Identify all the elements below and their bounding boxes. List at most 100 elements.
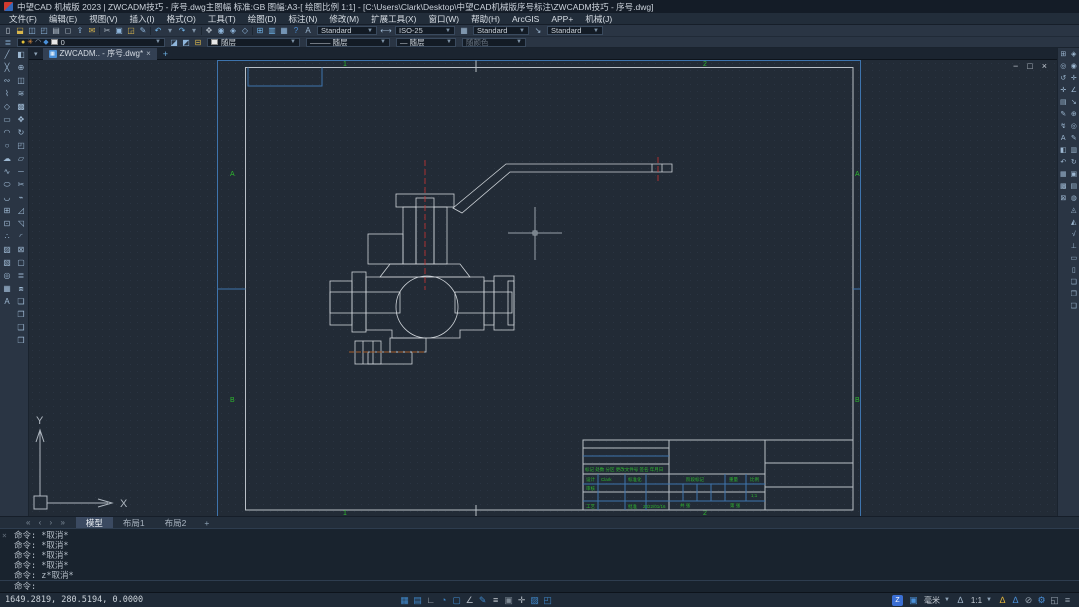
- text-tool-icon[interactable]: A: [1058, 132, 1068, 144]
- linetype-combo[interactable]: ——— 随层 ▼: [306, 38, 390, 47]
- zoom-window-icon[interactable]: ◈: [227, 25, 239, 36]
- annotate-auto-icon[interactable]: ∆: [996, 594, 1009, 607]
- explode-icon[interactable]: ⊠: [15, 243, 28, 256]
- add-layout-button[interactable]: +: [196, 518, 217, 528]
- mech-part-icon[interactable]: ❏: [1069, 276, 1079, 288]
- drawing-canvas[interactable]: − □ ×: [29, 60, 1057, 516]
- revcloud-icon[interactable]: ☁: [1, 152, 14, 165]
- table-style-combo[interactable]: Standard▼: [473, 26, 529, 35]
- pedit-icon[interactable]: ≣: [15, 269, 28, 282]
- join-icon[interactable]: ▢: [15, 256, 28, 269]
- menu-item[interactable]: 扩展工具(X): [365, 13, 422, 25]
- gear-icon[interactable]: ⚙: [1035, 594, 1048, 607]
- workspace-icon[interactable]: ◰: [541, 594, 554, 607]
- ellipse-icon[interactable]: ⬭: [1, 178, 14, 191]
- cut-icon[interactable]: ✂: [101, 25, 113, 36]
- dim-style-combo[interactable]: ISO-25▼: [395, 26, 455, 35]
- annotation-icon[interactable]: ▨: [528, 594, 541, 607]
- clip-stack-icon[interactable]: ❑: [15, 321, 28, 334]
- view-icon[interactable]: ◈: [1069, 48, 1079, 60]
- mech-lib-icon[interactable]: ▣: [1069, 168, 1079, 180]
- document-tab[interactable]: ▦ ZWCADM.. - 序号.dwg* ×: [43, 48, 157, 60]
- layout-tab[interactable]: 布局1: [113, 517, 155, 529]
- trim-icon[interactable]: ✂: [15, 178, 28, 191]
- undo-drop-icon[interactable]: ▾: [164, 25, 176, 36]
- offset-icon[interactable]: ≋: [15, 87, 28, 100]
- grid-icon[interactable]: ▦: [398, 594, 411, 607]
- osnap-icon[interactable]: ▢: [450, 594, 463, 607]
- array-icon[interactable]: ▩: [15, 100, 28, 113]
- erase2-icon[interactable]: ◧: [1058, 144, 1068, 156]
- save-all-icon[interactable]: ◰: [38, 25, 50, 36]
- zw-badge-icon[interactable]: Z: [892, 595, 903, 606]
- angle-icon[interactable]: ∠: [1069, 84, 1079, 96]
- menu-item[interactable]: 工具(T): [202, 13, 242, 25]
- layer-freeze-icon[interactable]: ✳: [27, 38, 33, 46]
- mech-bom-icon[interactable]: ▤: [1069, 180, 1079, 192]
- help-icon[interactable]: ?: [290, 25, 302, 36]
- annotation-scale-value[interactable]: 1:1: [971, 596, 982, 605]
- menu-item[interactable]: APP+: [545, 14, 579, 24]
- publish-icon[interactable]: ⇪: [74, 25, 86, 36]
- dim-edit-icon[interactable]: ✎: [1069, 132, 1079, 144]
- mech-export-icon[interactable]: ❐: [1069, 288, 1079, 300]
- break-icon[interactable]: ◿: [15, 204, 28, 217]
- redo-icon[interactable]: ↷: [176, 25, 188, 36]
- grid-tool-icon[interactable]: ▦: [1058, 168, 1068, 180]
- close-icon[interactable]: ×: [1042, 62, 1047, 71]
- command-close-icon[interactable]: ×: [2, 531, 7, 540]
- zoom-previous-icon[interactable]: ◇: [239, 25, 251, 36]
- menu-item[interactable]: 格式(O): [161, 13, 202, 25]
- menu-item[interactable]: 编辑(E): [43, 13, 83, 25]
- insert-block-icon[interactable]: ⊞: [1, 204, 14, 217]
- dim-style-icon[interactable]: ▥: [1069, 144, 1079, 156]
- copy-stack-icon[interactable]: ❏: [15, 295, 28, 308]
- lineweight-combo[interactable]: — 随层 ▼: [396, 38, 456, 47]
- table-icon[interactable]: ▦: [1, 282, 14, 295]
- ucs-icon[interactable]: ✛: [1058, 84, 1068, 96]
- block-stack-icon[interactable]: ❒: [15, 334, 28, 347]
- new-tab-button[interactable]: +: [157, 49, 174, 59]
- pan-icon[interactable]: ✥: [203, 25, 215, 36]
- copy-icon[interactable]: ▣: [113, 25, 125, 36]
- chevron-down-icon[interactable]: ▼: [986, 597, 992, 603]
- make-current-layer-icon[interactable]: ◪: [168, 37, 180, 48]
- dim-update-icon[interactable]: ↻: [1069, 156, 1079, 168]
- paste-icon[interactable]: ◲: [125, 25, 137, 36]
- spline-icon[interactable]: ∿: [1, 165, 14, 178]
- previous-layer-icon[interactable]: ◩: [180, 37, 192, 48]
- layout-tab[interactable]: 布局2: [155, 517, 197, 529]
- menu-item[interactable]: 标注(N): [283, 13, 324, 25]
- mline-icon[interactable]: ∾: [1, 74, 14, 87]
- minimize-icon[interactable]: −: [1013, 62, 1018, 71]
- dyn-input-icon[interactable]: ✎: [476, 594, 489, 607]
- dyn-ucs-icon[interactable]: ✛: [515, 594, 528, 607]
- render-icon[interactable]: ◉: [1069, 60, 1079, 72]
- quick-dim-icon[interactable]: ↯: [1058, 120, 1068, 132]
- array2-icon[interactable]: ▩: [1058, 180, 1068, 192]
- layer-states-icon[interactable]: ⊟: [192, 37, 204, 48]
- region-icon[interactable]: ◎: [1, 269, 14, 282]
- mirror-icon[interactable]: ◫: [15, 74, 28, 87]
- extend-icon[interactable]: ⌁: [15, 191, 28, 204]
- paste-stack-icon[interactable]: ❐: [15, 308, 28, 321]
- layout-tab[interactable]: 模型: [76, 517, 113, 529]
- save-icon[interactable]: ◫: [26, 25, 38, 36]
- zoom-tool-icon[interactable]: ◎: [1058, 60, 1068, 72]
- tab-close-icon[interactable]: ×: [146, 49, 151, 58]
- mech-frame-icon[interactable]: ▯: [1069, 264, 1079, 276]
- erase-icon[interactable]: ◧: [15, 48, 28, 61]
- tolerance-icon[interactable]: ⊕: [1069, 108, 1079, 120]
- layer-plot-icon[interactable]: ◆: [43, 38, 48, 46]
- menu-item[interactable]: 插入(I): [124, 13, 161, 25]
- edit-text-icon[interactable]: ✎: [1058, 108, 1068, 120]
- menu-item[interactable]: 窗口(W): [422, 13, 465, 25]
- chamfer-icon[interactable]: ◹: [15, 217, 28, 230]
- make-block-icon[interactable]: ⊡: [1, 217, 14, 230]
- tab-list-dropdown-icon[interactable]: ▾: [29, 50, 43, 58]
- polar-icon[interactable]: ◔: [437, 594, 450, 607]
- lineweight-icon[interactable]: ≡: [489, 594, 502, 607]
- circle-icon[interactable]: ○: [1, 139, 14, 152]
- mleader-style-combo[interactable]: Standard▼: [547, 26, 603, 35]
- annotate-vis-icon[interactable]: ∆: [1009, 594, 1022, 607]
